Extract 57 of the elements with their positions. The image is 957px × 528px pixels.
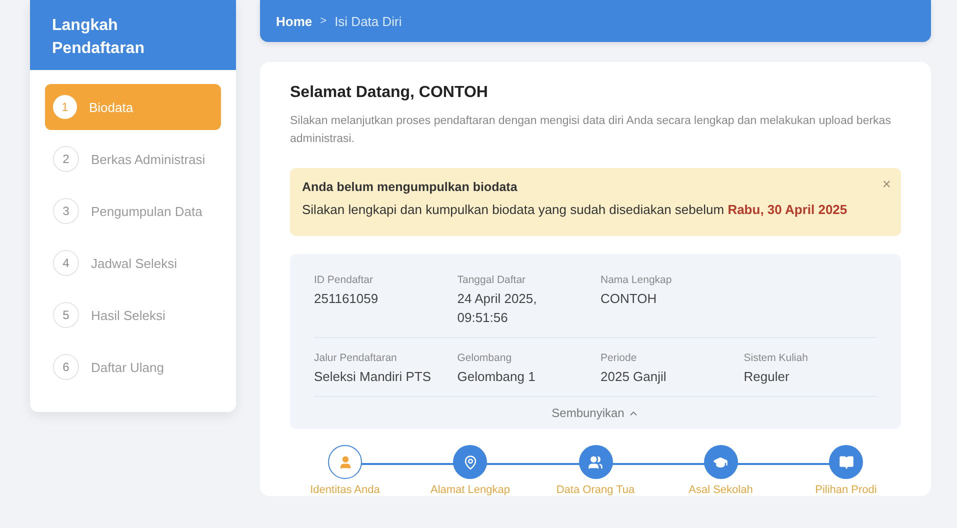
user-icon (338, 454, 352, 470)
progress-label: Asal Sekolah (688, 484, 753, 496)
step-item[interactable]: 1 Biodata (45, 84, 221, 130)
step-label: Jadwal Seleksi (91, 256, 177, 270)
progress-step[interactable] (453, 445, 488, 479)
step-label: Hasil Seleksi (91, 308, 166, 322)
close-button[interactable]: × (882, 176, 891, 193)
step-number: 4 (53, 250, 79, 276)
alert-title: Anda belum mengumpulkan biodata (302, 180, 518, 194)
step-item[interactable]: 6 Daftar Ulang (45, 344, 221, 390)
info-value: Seleksi Mandiri PTS (314, 368, 432, 386)
info-value: 251161059 (314, 290, 380, 308)
users-icon (588, 454, 603, 470)
step-label: Biodata (89, 100, 134, 114)
step-label: Pengumpulan Data (91, 204, 202, 218)
info-label: Nama Lengkap (600, 274, 673, 286)
step-label: Berkas Administrasi (91, 152, 206, 166)
step-item[interactable]: 5 Hasil Seleksi (45, 292, 221, 338)
info-value: Reguler (744, 368, 790, 386)
step-item[interactable]: 2 Berkas Administrasi (45, 136, 221, 182)
info-label: ID Pendaftar (314, 274, 374, 286)
book-icon (838, 454, 854, 470)
info-value: 2025 Ganjil (600, 368, 668, 386)
graduation-cap-icon (713, 454, 728, 470)
home-link[interactable]: Home (276, 14, 312, 28)
progress-label: Alamat Lengkap (430, 484, 510, 496)
step-item[interactable]: 4 Jadwal Seleksi (45, 240, 221, 286)
breadcrumb-current: Isi Data Diri (334, 14, 402, 28)
breadcrumb-separator: > (320, 15, 327, 27)
info-label: Gelombang (457, 352, 513, 364)
step-number: 2 (53, 146, 79, 172)
sidebar-title: Langkah Pendaftaran (30, 0, 236, 70)
progress-label: Data Orang Tua (556, 484, 635, 496)
step-number: 6 (53, 354, 79, 380)
info-value: Gelombang 1 (457, 368, 536, 386)
progress-label: Identitas Anda (310, 484, 380, 496)
step-number: 3 (53, 198, 79, 224)
welcome-text: Silakan melanjutkan proses pendaftaran dengan mengisi data diri Anda secara lengkap dan melakukan upload berkas administrasi. (290, 114, 892, 147)
map-pin-icon (462, 454, 478, 470)
progress-step[interactable] (578, 445, 612, 479)
progress-label: Pilihan Prodi (815, 484, 877, 496)
info-label: Tanggal Daftar (457, 274, 527, 286)
step-label: Daftar Ulang (91, 360, 164, 374)
progress-step[interactable] (829, 445, 863, 479)
info-label: Sistem Kuliah (744, 352, 809, 364)
hide-toggle[interactable]: Sembunyikan (546, 405, 646, 421)
step-number: 5 (53, 302, 79, 328)
progress-step[interactable] (704, 445, 738, 479)
progress-step[interactable] (328, 445, 362, 479)
step-number: 1 (53, 95, 77, 119)
info-label: Jalur Pendaftaran (314, 352, 398, 364)
info-label: Periode (600, 352, 638, 364)
info-value: 24 April 2025, 09:51:56 (457, 290, 538, 327)
alert-text: Silakan lengkapi dan kumpulkan biodata yang sudah disediakan sebelum Rabu, 30 April 2025 (302, 201, 848, 219)
welcome-title: Selamat Datang, CONTOH (290, 84, 489, 102)
step-item[interactable]: 3 Pengumpulan Data (45, 188, 221, 234)
info-value: CONTOH (600, 290, 658, 308)
